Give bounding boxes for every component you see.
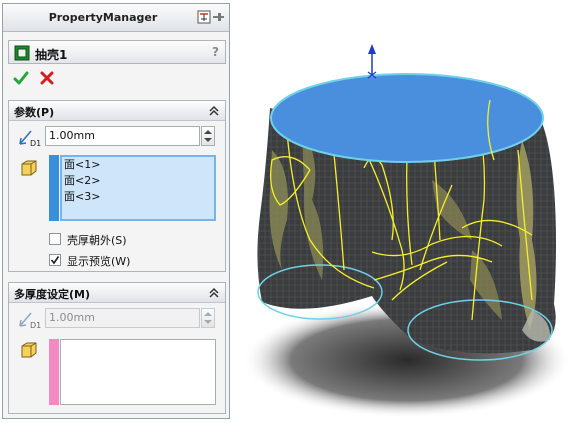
checkmark-icon — [50, 256, 60, 265]
multi-thickness-input[interactable]: 1.00mm — [45, 308, 200, 328]
distance-icon: D1 — [19, 312, 41, 330]
pin-icon[interactable] — [197, 10, 225, 24]
list-item[interactable]: 面<3> — [62, 189, 214, 205]
feature-title: 抽壳1 — [35, 48, 68, 62]
multi-thickness-group-title: 多厚度设定(M) — [14, 288, 91, 301]
parameters-group: 参数(P) D1 1.00mm 面<1> 面<2> 面<3> 壳厚朝外(S) 显… — [8, 100, 226, 272]
spin-down-icon[interactable] — [204, 320, 212, 324]
svg-text:D1: D1 — [30, 321, 41, 330]
multi-thickness-faces-listbox[interactable] — [60, 339, 216, 405]
help-icon[interactable]: ? — [212, 45, 219, 59]
thickness-spinner[interactable] — [201, 126, 215, 146]
spin-up-icon[interactable] — [204, 130, 212, 134]
property-manager-header: PropertyManager — [3, 4, 229, 32]
face-cube-icon — [21, 160, 37, 176]
list-item[interactable]: 面<1> — [62, 157, 214, 173]
multi-thickness-group-header[interactable]: 多厚度设定(M) — [9, 283, 225, 303]
ok-button[interactable] — [13, 70, 29, 86]
spin-up-icon[interactable] — [204, 312, 212, 316]
cancel-button[interactable] — [39, 70, 55, 86]
shell-feature-icon — [14, 45, 30, 61]
parameters-group-header[interactable]: 参数(P) — [9, 101, 225, 121]
checkbox-box[interactable] — [49, 254, 61, 266]
axis-triad-icon — [367, 44, 377, 79]
property-manager-panel: PropertyManager 抽壳1 ? 参数(P) D1 1.00mm 面<… — [2, 3, 230, 419]
feature-title-bar: 抽壳1 ? — [8, 40, 226, 64]
faces-color-strip — [49, 155, 59, 221]
multi-color-strip — [49, 339, 59, 405]
parameters-group-title: 参数(P) — [14, 106, 55, 119]
distance-icon: D1 — [19, 130, 41, 148]
window-title: PropertyManager — [48, 11, 158, 24]
multi-thickness-spinner[interactable] — [201, 308, 215, 328]
selected-top-face — [270, 73, 544, 163]
svg-text:D1: D1 — [30, 139, 41, 148]
shell-outward-checkbox[interactable]: 壳厚朝外(S) — [49, 231, 169, 247]
face-cube-icon — [21, 342, 37, 358]
show-preview-label: 显示预览(W) — [67, 255, 131, 268]
list-item[interactable]: 面<2> — [62, 173, 214, 189]
spin-down-icon[interactable] — [204, 138, 212, 142]
faces-listbox[interactable]: 面<1> 面<2> 面<3> — [60, 155, 216, 221]
collapse-chevron-icon[interactable] — [208, 105, 220, 117]
multi-thickness-group: 多厚度设定(M) D1 1.00mm — [8, 282, 226, 414]
show-preview-checkbox[interactable]: 显示预览(W) — [49, 252, 169, 268]
shell-model-preview[interactable] — [232, 0, 584, 423]
shell-outward-label: 壳厚朝外(S) — [67, 234, 127, 247]
collapse-chevron-icon[interactable] — [208, 287, 220, 299]
checkbox-box[interactable] — [49, 233, 61, 245]
thickness-input[interactable]: 1.00mm — [45, 126, 200, 146]
graphics-viewport[interactable] — [232, 0, 584, 423]
